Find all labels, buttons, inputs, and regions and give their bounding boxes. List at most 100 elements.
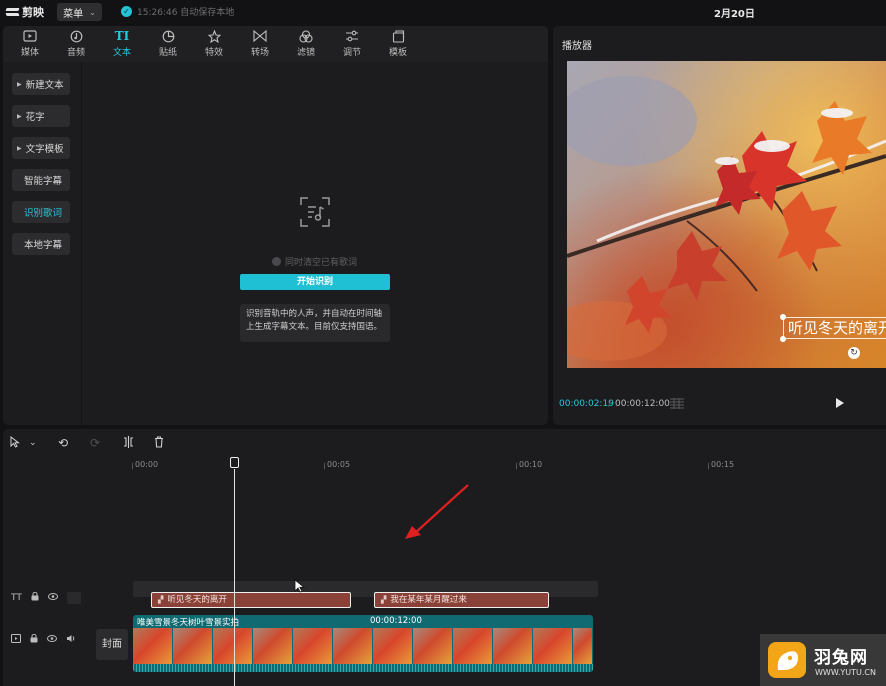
lock-icon[interactable]: [31, 591, 39, 604]
video-clip[interactable]: 唯美雪景冬天树叶雪景实拍 00:00:12:00: [133, 615, 593, 672]
tab-label: 贴纸: [158, 48, 177, 58]
tab-label: 转场: [250, 48, 269, 58]
resize-handle[interactable]: [780, 336, 786, 342]
player-panel: 播放器 听见冬天的离开 ↻ 00:00:02:19 / 00:00:12:00: [553, 26, 886, 425]
video-thumbnail: [333, 628, 373, 664]
ruler-label: 00:10: [519, 460, 543, 469]
project-title[interactable]: 2月20日: [714, 5, 755, 20]
tab-filter[interactable]: 滤镜: [283, 26, 329, 62]
delete-icon[interactable]: [154, 436, 164, 450]
tab-transition[interactable]: 转场: [237, 26, 283, 62]
watermark: 羽兔网 WWW.YUTU.CN: [760, 634, 886, 686]
sidebar-item-recognize-lyrics[interactable]: 识别歌词: [12, 201, 70, 223]
sidebar-item-local-captions[interactable]: 本地字幕: [12, 233, 70, 255]
eye-icon[interactable]: [47, 635, 57, 645]
redo-icon: ⟳: [90, 436, 101, 450]
lyrics-recognition-icon: [300, 197, 330, 227]
video-track-header: [11, 633, 76, 646]
sidebar-item-label: 文字模板: [25, 144, 64, 155]
video-clip-title: 唯美雪景冬天树叶雪景实拍: [137, 618, 240, 628]
top-bar: 剪映 菜单 ⌄ ✓ 15:26:46 自动保存本地 2月20日: [0, 0, 886, 24]
player-title: 播放器: [562, 41, 592, 52]
tab-template[interactable]: 模板: [375, 26, 421, 62]
video-clip-duration: 00:00:12:00: [370, 616, 422, 626]
playhead-handle[interactable]: [230, 457, 239, 468]
tab-audio[interactable]: 音频: [53, 26, 99, 62]
clear-option-label: 同时清空已有歌词: [285, 258, 358, 268]
video-thumbnails: [133, 628, 593, 664]
filter-icon: [299, 30, 313, 43]
time-ruler[interactable]: 00:00 00:05 00:10 00:15: [91, 457, 886, 473]
timeline-toolbar: ⌄ ⟲ ⟳: [3, 429, 886, 457]
checkbox-icon[interactable]: [272, 257, 281, 266]
video-thumbnail: [453, 628, 493, 664]
sidebar-item-label: 识别歌词: [24, 208, 63, 219]
text-clip[interactable]: ▞ 我在某年某月醒过来: [374, 592, 549, 608]
resource-panel: 媒体 音频 TI 文本 贴纸 特效 转场 滤镜 调节 模板 ▶ 新建文本 ▶ 花…: [3, 26, 548, 425]
app-logo: 剪映: [6, 4, 44, 20]
chevron-down-icon[interactable]: ⌄: [29, 436, 37, 450]
timecode-grid-icon[interactable]: [669, 398, 685, 409]
ruler-tick: [324, 463, 325, 469]
tab-effects[interactable]: 特效: [191, 26, 237, 62]
sidebar-item-auto-captions[interactable]: 智能字幕: [12, 169, 70, 191]
start-recognition-button[interactable]: 开始识别: [240, 274, 390, 290]
tab-text[interactable]: TI 文本: [99, 26, 145, 62]
play-icon[interactable]: [836, 398, 844, 408]
text-clip-icon: ▞: [158, 596, 164, 604]
ruler-label: 00:05: [327, 460, 351, 469]
track-option-icon[interactable]: [66, 592, 81, 604]
ruler-tick: [708, 463, 709, 469]
tab-media[interactable]: 媒体: [7, 26, 53, 62]
undo-icon[interactable]: ⟲: [58, 436, 68, 450]
track-headers: TT: [3, 457, 91, 686]
tab-label: 文本: [112, 48, 131, 58]
tab-label: 特效: [204, 48, 223, 58]
text-track-icon: TT: [11, 593, 22, 603]
transition-icon: [253, 29, 267, 43]
tab-label: 音频: [66, 48, 85, 58]
video-preview[interactable]: 听见冬天的离开 ↻: [567, 61, 886, 368]
resize-handle[interactable]: [780, 314, 786, 320]
total-time: 00:00:12:00: [615, 399, 670, 409]
video-track-icon: [11, 634, 21, 646]
ruler-tick: [132, 463, 133, 469]
sidebar-item-fancy-text[interactable]: ▶ 花字: [12, 105, 70, 127]
sidebar-item-text-template[interactable]: ▶ 文字模板: [12, 137, 70, 159]
clear-existing-lyrics-option[interactable]: 同时清空已有歌词: [272, 255, 357, 268]
lock-icon[interactable]: [30, 633, 38, 646]
subtitle-overlay[interactable]: 听见冬天的离开: [783, 317, 886, 339]
video-thumbnail: [533, 628, 573, 664]
cover-button[interactable]: 封面: [96, 629, 128, 660]
playhead[interactable]: [234, 469, 235, 686]
tab-label: 模板: [388, 48, 407, 58]
sidebar-item-label: 智能字幕: [24, 176, 63, 187]
lyrics-recognition-panel: 同时清空已有歌词 开始识别 识别音轨中的人声，并自动在时间轴上生成字幕文本。目前…: [81, 62, 548, 425]
text-icon: TI: [114, 29, 130, 43]
tab-adjust[interactable]: 调节: [329, 26, 375, 62]
tab-sticker[interactable]: 贴纸: [145, 26, 191, 62]
volume-icon[interactable]: [66, 634, 76, 646]
check-icon: ✓: [121, 6, 132, 17]
ruler-tick: [516, 463, 517, 469]
current-time: 00:00:02:19: [559, 399, 614, 409]
audio-waveform: [133, 664, 593, 672]
split-icon[interactable]: [123, 436, 134, 450]
recognition-description: 识别音轨中的人声，并自动在时间轴上生成字幕文本。目前仅支持国语。: [240, 304, 390, 342]
resource-tabbar: 媒体 音频 TI 文本 贴纸 特效 转场 滤镜 调节 模板: [3, 26, 548, 62]
text-clip[interactable]: ▞ 听见冬天的离开: [151, 592, 351, 608]
video-thumbnail: [253, 628, 293, 664]
tab-label: 滤镜: [296, 48, 315, 58]
select-cursor-icon[interactable]: [10, 435, 20, 450]
video-thumbnail: [373, 628, 413, 664]
app-name: 剪映: [22, 6, 44, 19]
text-sidebar: ▶ 新建文本 ▶ 花字 ▶ 文字模板 智能字幕 识别歌词 本地字幕: [3, 62, 81, 425]
rotate-icon[interactable]: ↻: [848, 347, 860, 359]
tab-label: 调节: [342, 48, 361, 58]
rabbit-logo-icon: [768, 642, 806, 678]
watermark-url: WWW.YUTU.CN: [815, 668, 876, 677]
eye-icon[interactable]: [47, 593, 58, 603]
video-thumbnail: [213, 628, 253, 664]
sidebar-item-new-text[interactable]: ▶ 新建文本: [12, 73, 70, 95]
menu-button[interactable]: 菜单 ⌄: [57, 3, 102, 21]
